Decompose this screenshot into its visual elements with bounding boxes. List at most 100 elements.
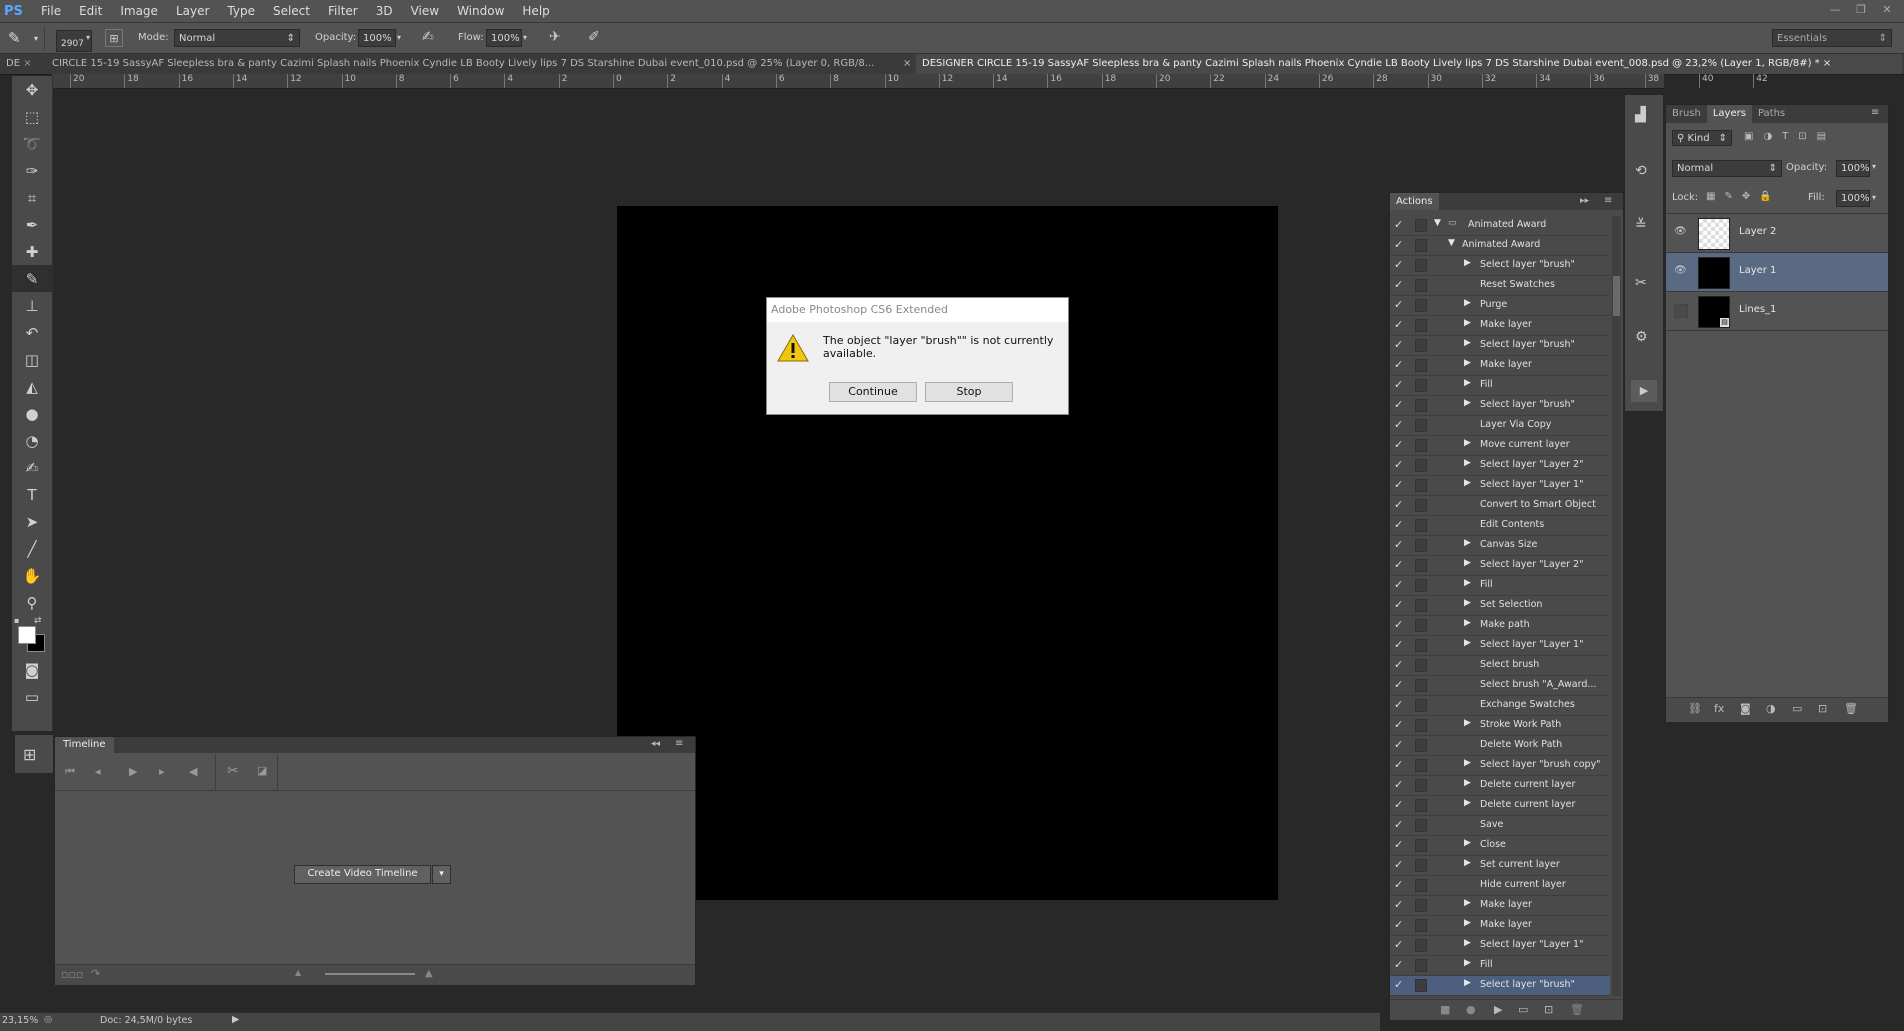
expand-arrow-icon[interactable]: ▼ [1434, 218, 1441, 228]
dialog-toggle-box[interactable] [1415, 559, 1427, 572]
checkmark-icon[interactable]: ✓ [1394, 598, 1407, 611]
layer-name[interactable]: Layer 2 [1739, 226, 1776, 237]
crop-tool-icon[interactable]: ⌗ [12, 184, 52, 211]
checkmark-icon[interactable]: ✓ [1394, 238, 1407, 251]
action-row[interactable]: ✓ ▶ Select layer "Layer 1" [1390, 936, 1610, 956]
checkmark-icon[interactable]: ✓ [1394, 818, 1407, 831]
new-action-icon[interactable]: ⊡ [1544, 1003, 1553, 1016]
action-row[interactable]: ✓ ▼ Animated Award [1390, 236, 1610, 256]
checkmark-icon[interactable]: ✓ [1394, 718, 1407, 731]
checkmark-icon[interactable]: ✓ [1394, 418, 1407, 431]
action-row[interactable]: ✓ Convert to Smart Object [1390, 496, 1610, 516]
dialog-toggle-box[interactable] [1415, 219, 1427, 232]
stop-recording-icon[interactable]: ■ [1440, 1003, 1450, 1016]
checkmark-icon[interactable]: ✓ [1394, 218, 1407, 231]
checkmark-icon[interactable]: ✓ [1394, 358, 1407, 371]
checkmark-icon[interactable]: ✓ [1394, 938, 1407, 951]
checkmark-icon[interactable]: ✓ [1394, 758, 1407, 771]
tools-icon[interactable]: ✂ [1635, 275, 1647, 291]
menu-item-window[interactable]: Window [448, 4, 513, 18]
action-row[interactable]: ✓ ▶ Select layer "Layer 1" [1390, 476, 1610, 496]
checkmark-icon[interactable]: ✓ [1394, 858, 1407, 871]
action-row[interactable]: ✓ ▶ Select layer "Layer 2" [1390, 456, 1610, 476]
expand-arrow-icon[interactable]: ▶ [1464, 378, 1471, 388]
expand-arrow-icon[interactable]: ▶ [1464, 438, 1471, 448]
expand-arrow-icon[interactable]: ▶ [1464, 538, 1471, 548]
menu-item-filter[interactable]: Filter [319, 4, 367, 18]
history-icon[interactable]: ⟲ [1635, 163, 1647, 179]
layer-row[interactable]: ▤ Lines_1 [1666, 292, 1888, 331]
fill-field[interactable]: 100% [1836, 190, 1870, 207]
dialog-toggle-box[interactable] [1415, 719, 1427, 732]
fill-dropdown-icon[interactable]: ▾ [1872, 193, 1876, 202]
checkmark-icon[interactable]: ✓ [1394, 898, 1407, 911]
menu-item-select[interactable]: Select [264, 4, 319, 18]
next-frame-icon[interactable]: ▸ [159, 765, 165, 778]
clone-stamp-tool-icon[interactable]: ⊥ [12, 292, 52, 319]
dodge-tool-icon[interactable]: ◔ [12, 427, 52, 454]
visibility-eye-icon[interactable]: 👁 [1674, 265, 1688, 279]
action-row[interactable]: ✓ ▶ Set Selection [1390, 596, 1610, 616]
brush-preset-arrow-icon[interactable]: ▾ [86, 33, 90, 42]
dialog-toggle-box[interactable] [1415, 839, 1427, 852]
checkmark-icon[interactable]: ✓ [1394, 978, 1407, 991]
menu-item-help[interactable]: Help [513, 4, 558, 18]
actions-play-icon[interactable]: ▶ [1631, 380, 1657, 402]
dialog-toggle-box[interactable] [1415, 539, 1427, 552]
dialog-toggle-box[interactable] [1415, 699, 1427, 712]
action-row[interactable]: ✓ Reset Swatches [1390, 276, 1610, 296]
layer-row[interactable]: 👁 Layer 1 [1666, 253, 1888, 292]
quick-mask-icon[interactable]: ◙ [12, 656, 52, 683]
expand-arrow-icon[interactable]: ▶ [1464, 938, 1471, 948]
doc-tab-1[interactable]: DE × [0, 54, 52, 74]
action-row[interactable]: ✓ ▶ Delete current layer [1390, 796, 1610, 816]
action-row[interactable]: ✓ Save [1390, 816, 1610, 836]
expand-arrow-icon[interactable]: ▶ [1464, 258, 1471, 268]
action-row[interactable]: ✓ ▶ Select layer "brush" [1390, 256, 1610, 276]
expand-arrow-icon[interactable]: ▶ [1464, 618, 1471, 628]
timeline-icon[interactable]: ⊞ [23, 745, 36, 764]
pen-tool-icon[interactable]: ✍ [12, 454, 52, 481]
path-selection-tool-icon[interactable]: ➤ [12, 508, 52, 535]
layer-filter-icons[interactable]: ▣◑T⊡▤ [1744, 131, 1836, 142]
dialog-toggle-box[interactable] [1415, 259, 1427, 272]
checkmark-icon[interactable]: ✓ [1394, 698, 1407, 711]
action-row[interactable]: ✓ ▶ Delete current layer [1390, 776, 1610, 796]
action-row[interactable]: ✓ ▶ Make layer [1390, 356, 1610, 376]
adjustment-layer-icon[interactable]: ◑ [1766, 702, 1776, 715]
checkmark-icon[interactable]: ✓ [1394, 778, 1407, 791]
layer-name[interactable]: Lines_1 [1739, 304, 1776, 315]
convert-frame-icon[interactable]: ▫▫▫ [61, 968, 83, 981]
brush-tool-icon[interactable]: ✎ [8, 29, 21, 47]
dialog-toggle-box[interactable] [1415, 779, 1427, 792]
expand-arrow-icon[interactable]: ▶ [1464, 898, 1471, 908]
menu-item-file[interactable]: File [32, 4, 70, 18]
render-video-icon[interactable]: ↷ [91, 967, 100, 980]
opacity-field[interactable]: 100% [358, 29, 396, 47]
dialog-toggle-box[interactable] [1415, 759, 1427, 772]
checkmark-icon[interactable]: ✓ [1394, 558, 1407, 571]
action-set-row[interactable]: ✓ ▼ ▭ Animated Award [1390, 216, 1610, 236]
split-scissors-icon[interactable]: ✂ [227, 763, 239, 779]
close-icon[interactable]: × [1823, 58, 1831, 69]
expand-arrow-icon[interactable]: ▶ [1464, 318, 1471, 328]
dialog-toggle-box[interactable] [1415, 439, 1427, 452]
dialog-toggle-box[interactable] [1415, 919, 1427, 932]
action-row[interactable]: ✓ ▶ Select layer "brush" [1390, 976, 1610, 996]
action-row[interactable]: ✓ ▶ Select layer "brush" [1390, 336, 1610, 356]
layer-style-fx-icon[interactable]: fx [1714, 702, 1724, 715]
tab-layers[interactable]: Layers [1706, 105, 1752, 123]
action-row[interactable]: ✓ ▶ Select layer "brush" [1390, 396, 1610, 416]
dialog-toggle-box[interactable] [1415, 959, 1427, 972]
expand-arrow-icon[interactable]: ▶ [1464, 978, 1471, 988]
move-tool-icon[interactable]: ✥ [12, 76, 52, 103]
collapse-icon[interactable]: ◂◂ [651, 739, 660, 749]
expand-arrow-icon[interactable]: ▶ [1464, 858, 1471, 868]
checkmark-icon[interactable]: ✓ [1394, 678, 1407, 691]
history-brush-tool-icon[interactable]: ↶ [12, 319, 52, 346]
pressure-size-icon[interactable]: ✐ [588, 29, 600, 45]
action-row[interactable]: ✓ ▶ Purge [1390, 296, 1610, 316]
checkmark-icon[interactable]: ✓ [1394, 838, 1407, 851]
actions-scrollbar[interactable] [1612, 216, 1621, 996]
expand-arrow-icon[interactable]: ▶ [1464, 598, 1471, 608]
